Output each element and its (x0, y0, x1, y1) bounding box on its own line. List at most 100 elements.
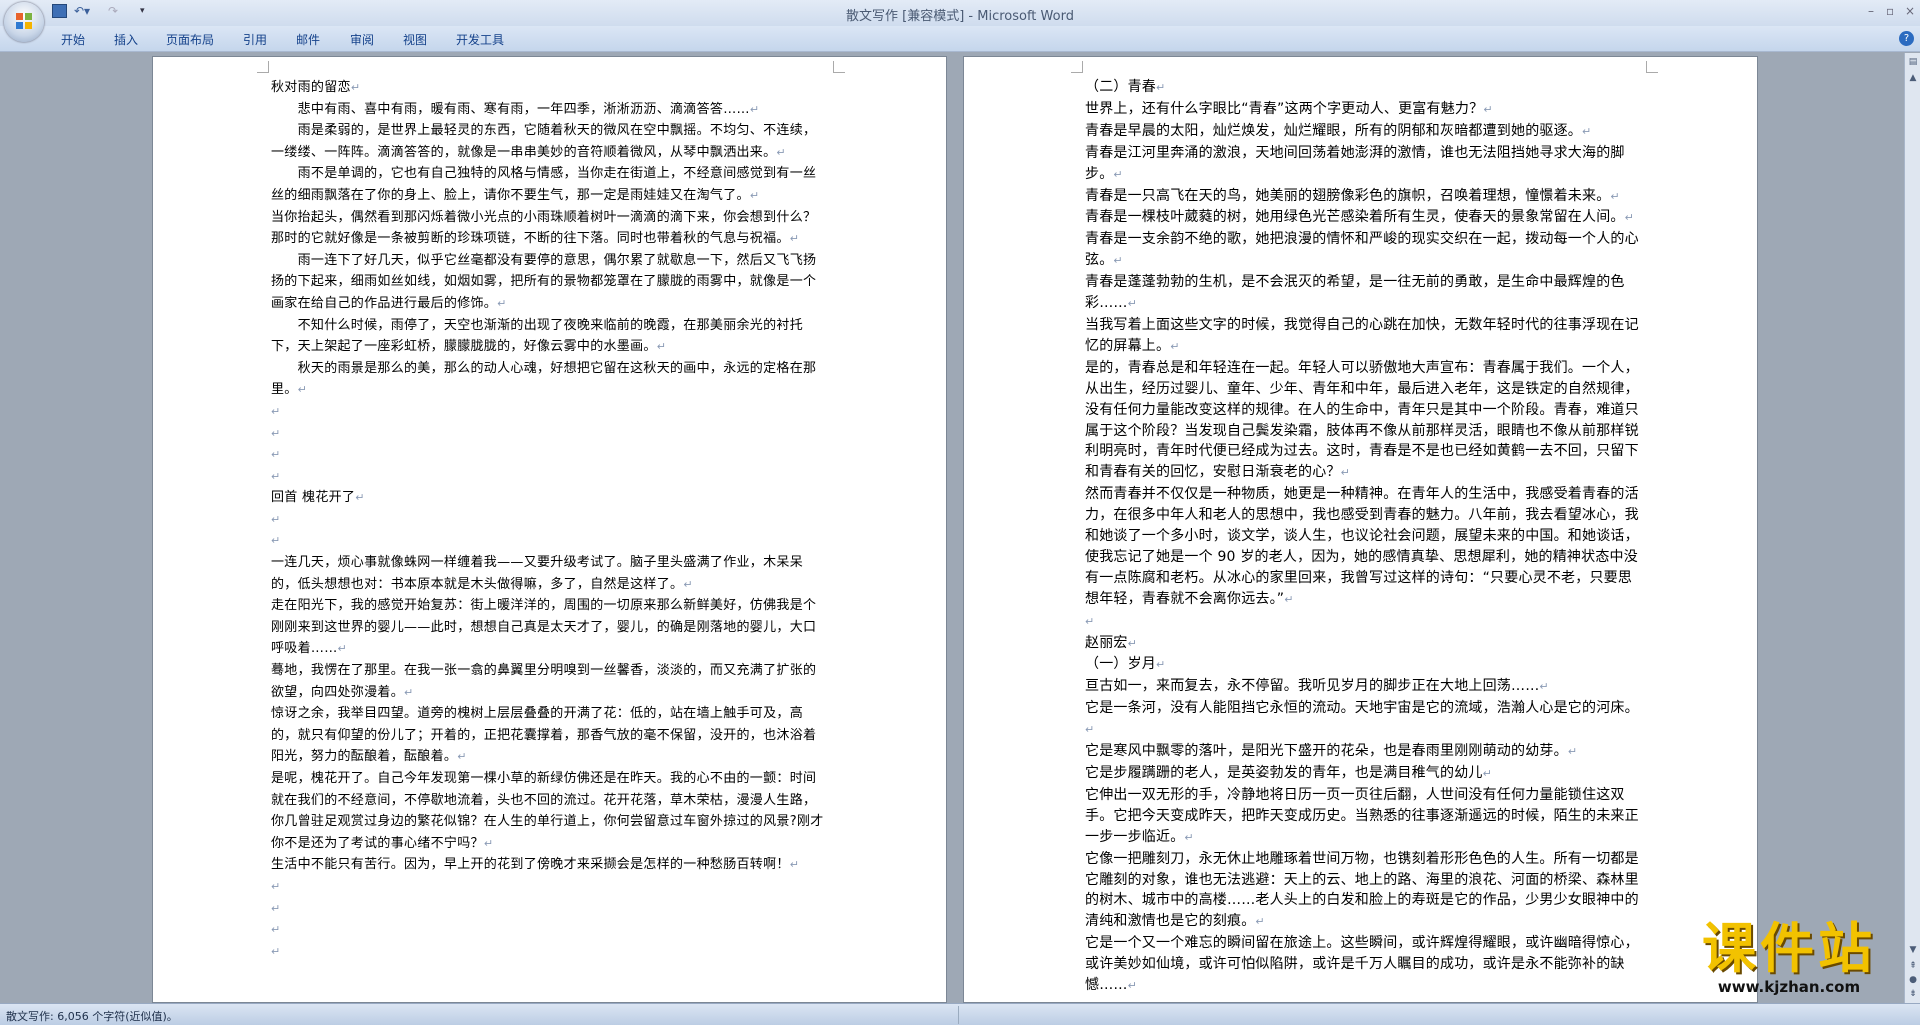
paragraph[interactable]: 回首 槐花开了↵ (271, 487, 829, 509)
paragraph[interactable]: 世界上，还有什么字眼比“青春”这两个字更动人、更富有魅力？↵ (1085, 99, 1644, 121)
paragraph[interactable]: 不知什么时候，雨停了，天空也渐渐的出现了夜晚来临前的晚霞，在那美丽余光的衬托下，… (271, 315, 829, 358)
paragraph-mark-icon: ↵ (789, 232, 800, 246)
tab-page-layout[interactable]: 页面布局 (166, 31, 214, 48)
paragraph[interactable]: 它是寒风中飘零的落叶，是阳光下盛开的花朵，也是春雨里刚刚萌动的幼芽。↵ (1085, 741, 1644, 763)
paragraph-mark-icon: ↵ (1483, 102, 1493, 116)
vertical-scrollbar[interactable]: ▤ ▲ ▼ ⇞ ● ⇟ (1904, 53, 1920, 1003)
paragraph[interactable]: ↵ (271, 401, 829, 423)
paragraph-mark-icon: ↵ (271, 923, 281, 937)
paragraph-text: 回首 槐花开了 (271, 490, 356, 506)
tab-insert[interactable]: 插入 (114, 31, 138, 48)
page-2-text-column[interactable]: （二）青春↵ 世界上，还有什么字眼比“青春”这两个字更动人、更富有魅力？↵ 青春是早… (1085, 77, 1644, 997)
maximize-button[interactable]: ▫ (1886, 4, 1894, 18)
paragraph[interactable]: 当你抬起头，偶然看到那闪烁着微小光点的小雨珠顺着树叶一滴滴的滴下来，你会想到什么… (271, 207, 829, 250)
paragraph[interactable]: 青春是一支余韵不绝的歌，她把浪漫的情怀和严峻的现实交织在一起，拨动每一个人的心弦… (1085, 229, 1644, 272)
paragraph-mark-icon: ↵ (350, 81, 361, 94)
ribbon-tabs: 开始 插入 页面布局 引用 邮件 审阅 视图 开发工具 ? (0, 26, 1920, 52)
paragraph-mark-icon: ↵ (1170, 339, 1180, 353)
paragraph[interactable]: （一）岁月↵ (1085, 654, 1644, 676)
paragraph[interactable]: 蓦地，我愣在了那里。在我一张一翕的鼻翼里分明嗅到一丝馨香，淡淡的，而又充满了扩张… (271, 660, 829, 703)
paragraph[interactable]: 雨是柔弱的，是世界上最轻灵的东西，它随着秋天的微风在空中飘摇。不均匀、不连续，一… (271, 120, 829, 163)
paragraph-text: 不知什么时候，雨停了，天空也渐渐的出现了夜晚来临前的晚霞，在那美丽余光的衬托下，… (271, 317, 804, 355)
paragraph[interactable]: 当我写着上面这些文字的时候，我觉得自己的心跳在加快，无数年轻时代的往事浮现在记忆… (1085, 315, 1644, 358)
paragraph[interactable]: 生活中不能只有苦行。因为，早上开的花到了傍晚才来采撷会是怎样的一种愁肠百转啊！↵ (271, 854, 829, 876)
minimize-button[interactable]: – (1868, 4, 1874, 18)
paragraph-mark-icon: ↵ (1255, 915, 1265, 929)
paragraph-mark-icon: ↵ (297, 383, 308, 397)
office-button[interactable] (4, 2, 44, 42)
page-1-text-column[interactable]: 秋对雨的留恋↵ 悲中有雨、喜中有雨，暖有雨、寒有雨，一年四季，淅淅沥沥、滴滴答答… (271, 77, 829, 962)
paragraph-mark-icon: ↵ (1482, 767, 1493, 780)
paragraph[interactable]: 亘古如一，来而复去，永不停留。我听见岁月的脚步正在大地上回荡……↵ (1085, 676, 1644, 698)
help-icon[interactable]: ? (1899, 31, 1914, 46)
paragraph[interactable]: 秋天的雨景是那么的美，那么的动人心魂，好想把它留在这秋天的画中，永远的定格在那里… (271, 358, 829, 401)
paragraph-mark-icon: ↵ (271, 512, 281, 526)
paragraph[interactable]: ↵ (271, 423, 829, 445)
close-button[interactable]: × (1905, 4, 1915, 18)
margin-corner-mark (1071, 61, 1083, 73)
paragraph[interactable]: （二）青春↵ (1085, 77, 1644, 99)
paragraph[interactable]: 一连几天，烦心事就像蛛网一样缠着我——又要升级考试了。脑子里头盛满了作业，木呆呆… (271, 552, 829, 595)
paragraph[interactable]: 青春是蓬蓬勃勃的生机，是不会泯灭的希望，是一往无前的勇敢，是生命中最辉煌的色彩…… (1085, 272, 1644, 315)
ruler-toggle-icon[interactable]: ▤ (1906, 55, 1920, 69)
paragraph[interactable]: 秋对雨的留恋↵ (271, 77, 829, 99)
paragraph-mark-icon: ↵ (1085, 723, 1095, 737)
paragraph[interactable]: ↵ (271, 876, 829, 898)
paragraph-mark-icon: ↵ (271, 426, 281, 440)
paragraph[interactable]: 它伸出一双无形的手，冷静地将日历一页一页往后翻，人世间没有任何力量能锁住这双手。… (1085, 785, 1644, 849)
paragraph[interactable]: ↵ (271, 941, 829, 963)
paragraph[interactable]: 它是步履蹒跚的老人，是英姿勃发的青年，也是满目稚气的幼儿↵ (1085, 763, 1644, 785)
paragraph-mark-icon: ↵ (1156, 81, 1166, 94)
tab-view[interactable]: 视图 (403, 31, 427, 48)
paragraph-text: 它是步履蹒跚的老人，是英姿勃发的青年，也是满目稚气的幼儿 (1085, 765, 1483, 781)
tab-review[interactable]: 审阅 (350, 31, 374, 48)
scroll-up-icon[interactable]: ▲ (1906, 71, 1920, 85)
paragraph[interactable]: ↵ (271, 444, 829, 466)
paragraph-text: 青春是早晨的太阳，灿烂焕发，灿烂耀眼，所有的阴郁和灰暗都遭到她的驱逐。 (1085, 122, 1582, 139)
tab-references[interactable]: 引用 (243, 31, 267, 48)
status-bar: 散文写作: 6,056 个字符(近似值)。 (0, 1003, 1920, 1025)
paragraph-text: 是呢，槐花开了。自己今年发现第一棵小草的新绿仿佛还是在昨天。我的心不由的一颤：时… (271, 771, 824, 851)
paragraph[interactable]: 是呢，槐花开了。自己今年发现第一棵小草的新绿仿佛还是在昨天。我的心不由的一颤：时… (271, 768, 829, 854)
paragraph[interactable]: ↵ (271, 509, 829, 531)
paragraph[interactable]: 它是一条河，没有人能阻挡它永恒的流动。天地宇宙是它的流域，浩瀚人心是它的河床。 ↵ (1085, 698, 1644, 741)
paragraph[interactable]: 惊讶之余，我举目四望。道旁的槐树上层层叠叠的开满了花：低的，站在墙上触手可及，高… (271, 703, 829, 768)
paragraph[interactable]: ↵ (271, 898, 829, 920)
paragraph[interactable]: 雨一连下了好几天，似乎它丝毫都没有要停的意思，偶尔累了就歇息一下，然后又飞飞扬扬… (271, 250, 829, 315)
paragraph-text: 雨一连下了好几天，似乎它丝毫都没有要停的意思，偶尔累了就歇息一下，然后又飞飞扬扬… (271, 252, 817, 311)
document-page-2[interactable]: （二）青春↵ 世界上，还有什么字眼比“青春”这两个字更动人、更富有魅力？↵ 青春是早… (963, 56, 1758, 1003)
paragraph[interactable]: 青春是一只高飞在天的鸟，她美丽的翅膀像彩色的旗帜，召唤着理想，憧憬着未来。↵ (1085, 186, 1644, 208)
paragraph[interactable]: 走在阳光下，我的感觉开始复苏：街上暖洋洋的，周围的一切原来那么新鲜美好，仿佛我是… (271, 595, 829, 660)
paragraph-text: 一连几天，烦心事就像蛛网一样缠着我——又要升级考试了。脑子里头盛满了作业，木呆呆… (271, 555, 804, 592)
paragraph[interactable]: 赵丽宏↵ (1085, 633, 1644, 655)
paragraph[interactable]: 是的，青春总是和年轻连在一起。年轻人可以骄傲地大声宣布：青春属于我们。一个人，从… (1085, 358, 1644, 484)
paragraph[interactable]: 它像一把雕刻刀，永无休止地雕琢着世间万物，也镌刻着形形色色的人生。所有一切都是它… (1085, 849, 1644, 934)
paragraph-text: 秋对雨的留恋 (271, 80, 351, 95)
tab-home[interactable]: 开始 (61, 31, 85, 48)
paragraph-mark-icon: ↵ (1184, 830, 1194, 844)
paragraph[interactable]: ↵ (271, 530, 829, 552)
paragraph[interactable]: 然而青春并不仅仅是一种物质，她更是一种精神。在青年人的生活中，我感受着青春的活力… (1085, 484, 1644, 610)
window-title: 散文写作 [兼容模式] - Microsoft Word (846, 9, 1074, 24)
paragraph[interactable]: 青春是江河里奔涌的激浪，天地间回荡着她澎湃的激情，谁也无法阻挡她寻求大海的脚步。… (1085, 143, 1644, 186)
tab-mailings[interactable]: 邮件 (296, 31, 320, 48)
paragraph[interactable]: ↵ (271, 919, 829, 941)
paragraph[interactable]: 青春是早晨的太阳，灿烂焕发，灿烂耀眼，所有的阴郁和灰暗都遭到她的驱逐。↵ (1085, 121, 1644, 143)
paragraph-mark-icon: ↵ (776, 145, 786, 159)
tab-developer[interactable]: 开发工具 (456, 31, 504, 48)
paragraph-text: 它伸出一双无形的手，冷静地将日历一页一页往后翻，人世间没有任何力量能锁住这双手。… (1085, 786, 1639, 845)
paragraph[interactable]: ↵ (1085, 611, 1644, 633)
paragraph[interactable]: 雨不是单调的，它也有自己独特的风格与情感，当你走在街道上，不经意间感觉到有一丝丝… (271, 163, 829, 206)
paragraph[interactable]: 它是一个又一个难忘的瞬间留在旅途上。这些瞬间，或许辉煌得耀眼，或许幽暗得惊心，或… (1085, 933, 1644, 997)
watermark-logo: 课件站 www.kjzhan.com (1664, 920, 1914, 1000)
paragraph-text: 秋天的雨景是那么的美，那么的动人心魂，好想把它留在这秋天的画中，永远的定格在那里… (271, 360, 817, 398)
word-count-status[interactable]: 散文写作: 6,056 个字符(近似值)。 (6, 1008, 178, 1024)
paragraph[interactable]: 悲中有雨、喜中有雨，暖有雨、寒有雨，一年四季，淅淅沥沥、滴滴答答……↵ (271, 99, 829, 121)
paragraph-text: 惊讶之余，我举目四望。道旁的槐树上层层叠叠的开满了花：低的，站在墙上触手可及，高… (271, 706, 817, 765)
document-page-1[interactable]: 秋对雨的留恋↵ 悲中有雨、喜中有雨，暖有雨、寒有雨，一年四季，淅淅沥沥、滴滴答答… (152, 56, 947, 1003)
paragraph[interactable]: 青春是一棵枝叶葳蕤的树，她用绿色光芒感染着所有生灵，使春天的景象常留在人间。↵ (1085, 207, 1644, 229)
paragraph[interactable]: ↵ (271, 466, 829, 488)
paragraph-mark-icon: ↵ (1610, 189, 1620, 203)
paragraph-text: 当你抬起头，偶然看到那闪烁着微小光点的小雨珠顺着树叶一滴滴的滴下来，你会想到什么… (271, 209, 817, 247)
document-area: 秋对雨的留恋↵ 悲中有雨、喜中有雨，暖有雨、寒有雨，一年四季，淅淅沥沥、滴滴答答… (0, 53, 1904, 1003)
